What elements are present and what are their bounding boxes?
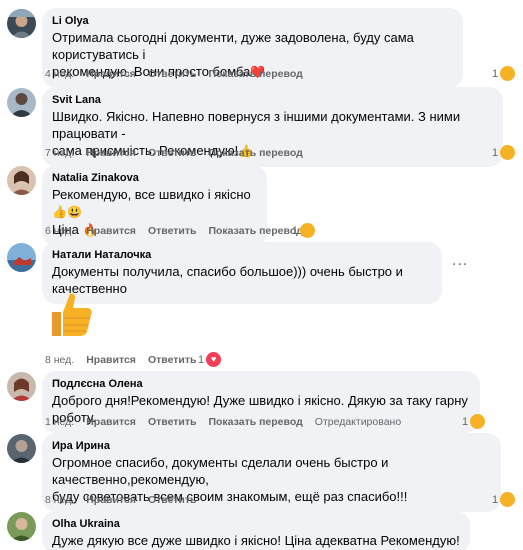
reply-button[interactable]: Ответить xyxy=(148,354,197,366)
like-button[interactable]: Нравится xyxy=(86,494,136,506)
care-reaction-icon xyxy=(300,223,316,238)
reaction-count[interactable]: 1 xyxy=(292,223,316,238)
comment-text: Дуже дякую все дуже швидко і якісно! Цін… xyxy=(52,533,460,548)
show-translation-button[interactable]: Показать перевод xyxy=(208,416,302,428)
reaction-count[interactable]: 1 xyxy=(462,414,486,429)
comment-time[interactable]: 4 нед. xyxy=(45,68,74,80)
reply-button[interactable]: Ответить xyxy=(148,494,197,506)
like-button[interactable]: Нравится xyxy=(86,68,136,80)
avatar[interactable] xyxy=(7,434,36,463)
care-reaction-icon xyxy=(500,492,516,507)
comment-author[interactable]: Li Olya xyxy=(52,14,453,28)
reply-button[interactable]: Ответить xyxy=(148,68,197,80)
reply-button[interactable]: Ответить xyxy=(148,225,197,237)
edited-label: Отредактировано xyxy=(314,416,402,428)
care-reaction-icon xyxy=(500,66,516,81)
reply-button[interactable]: Ответить xyxy=(148,416,197,428)
comment-time[interactable]: 7 нед. xyxy=(45,147,74,159)
like-button[interactable]: Нравится xyxy=(86,354,136,366)
comment-time[interactable]: 8 нед. xyxy=(45,494,74,506)
comment-author[interactable]: Svit Lana xyxy=(52,93,493,107)
show-translation-button[interactable]: Показать перевод xyxy=(208,147,302,159)
heart-reaction-icon: ♥ xyxy=(206,352,222,367)
reply-button[interactable]: Ответить xyxy=(148,147,197,159)
comment-time[interactable]: 8 нед. xyxy=(45,354,74,366)
like-button[interactable]: Нравится xyxy=(86,225,136,237)
thumbs-up-sticker-icon xyxy=(52,293,92,336)
like-button[interactable]: Нравится xyxy=(86,416,136,428)
thumbs-up-smile-emoji-icon: 👍😃 xyxy=(52,205,82,219)
avatar[interactable] xyxy=(7,88,36,117)
care-reaction-icon xyxy=(470,414,486,429)
show-translation-button[interactable]: Показать перевод xyxy=(208,68,302,80)
comment-actions: 8 нед. Нравится Ответить xyxy=(45,354,208,366)
comment-text: Рекомендую, все швидко і якісно 👍😃 xyxy=(52,187,251,219)
comment-time[interactable]: 6 нед. xyxy=(45,225,74,237)
avatar[interactable] xyxy=(7,512,36,541)
avatar[interactable] xyxy=(7,9,36,38)
comment-time[interactable]: 1 нед. xyxy=(45,416,74,428)
comment-author[interactable]: Natalia Zinakova xyxy=(52,171,257,185)
comment-bubble: Натали Наталочка Документы получила, спа… xyxy=(42,242,442,304)
comment-actions: 6 нед. Нравится Ответить Показать перево… xyxy=(45,225,315,237)
avatar[interactable] xyxy=(7,166,36,195)
comment-bubble: Olha Ukraina Дуже дякую все дуже швидко … xyxy=(42,511,470,550)
avatar[interactable] xyxy=(7,372,36,401)
comment-actions: 7 нед. Нравится Ответить Показать перево… xyxy=(45,147,315,159)
comment-actions: 8 нед. Нравится Ответить xyxy=(45,494,208,506)
show-translation-button[interactable]: Показать перевод xyxy=(208,225,302,237)
reaction-count[interactable]: 1 ♥ xyxy=(198,352,222,367)
care-reaction-icon xyxy=(500,145,516,160)
comment-author[interactable]: Olha Ukraina xyxy=(52,517,460,531)
comment-actions: 4 нед. Нравится Ответить Показать перево… xyxy=(45,68,315,80)
comment-author[interactable]: Ира Ирина xyxy=(52,439,491,453)
comment-actions: 1 нед. Нравится Ответить Показать перево… xyxy=(45,416,413,428)
comment-text: Документы получила, спасибо большое))) о… xyxy=(52,264,403,296)
reaction-count[interactable]: 1 xyxy=(492,145,516,160)
thumbs-up-sticker xyxy=(44,288,96,340)
avatar[interactable] xyxy=(7,243,36,272)
more-options-button[interactable]: ... xyxy=(452,252,468,270)
like-button[interactable]: Нравится xyxy=(86,147,136,159)
reaction-count[interactable]: 1 xyxy=(492,492,516,507)
reaction-count[interactable]: 1 xyxy=(492,66,516,81)
comment-author[interactable]: Натали Наталочка xyxy=(52,248,432,262)
comment-author[interactable]: Подлєсна Олена xyxy=(52,377,470,391)
